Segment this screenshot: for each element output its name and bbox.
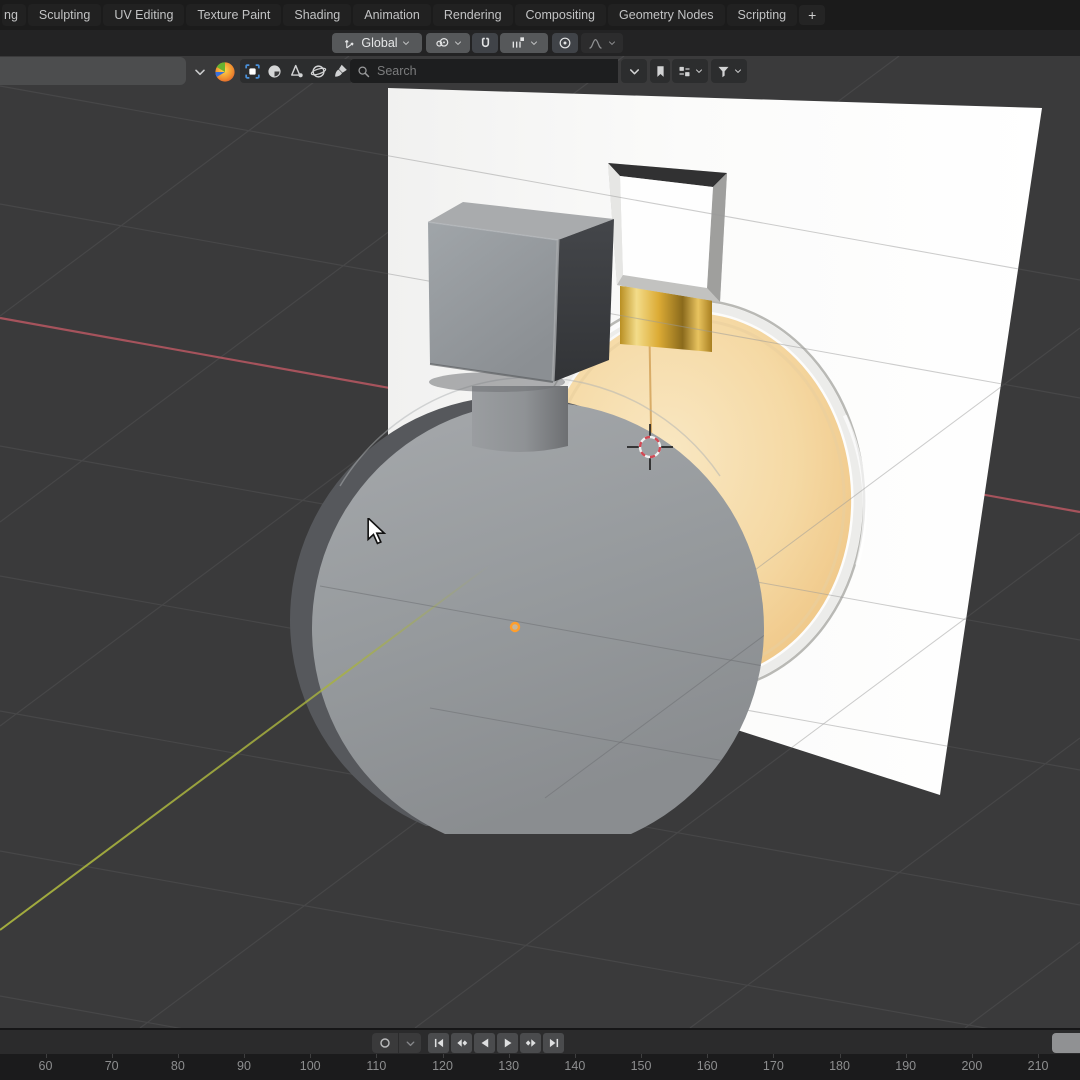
frame-label-180: 180 xyxy=(829,1059,850,1073)
frame-label-90: 90 xyxy=(237,1059,251,1073)
frame-label-170: 170 xyxy=(763,1059,784,1073)
jump-to-end-button[interactable] xyxy=(543,1033,564,1053)
frame-label-160: 160 xyxy=(697,1059,718,1073)
proportional-editing-icon xyxy=(557,35,573,51)
snap-toggle-button[interactable] xyxy=(472,33,498,53)
falloff-curve-icon xyxy=(587,35,604,52)
orientation-label: Global xyxy=(361,36,397,50)
brush-button[interactable] xyxy=(330,61,351,82)
timeline-ruler[interactable]: 60 70 80 90 100 110 120 130 140 150 160 170 180 190 20… xyxy=(0,1054,1080,1080)
frame-tick xyxy=(178,1054,179,1058)
pivot-point-dropdown[interactable] xyxy=(426,33,470,53)
workspace-tab-geometry-nodes[interactable]: Geometry Nodes xyxy=(608,4,724,26)
frame-label-200: 200 xyxy=(961,1059,982,1073)
workspace-tab-rendering[interactable]: Rendering xyxy=(433,4,513,26)
frame-label-110: 110 xyxy=(366,1059,386,1073)
scene-canvas xyxy=(0,56,1080,1028)
bookmark-button[interactable] xyxy=(650,59,670,83)
matcap-cone-button[interactable] xyxy=(286,61,307,82)
play-button[interactable] xyxy=(497,1033,518,1053)
snap-increment-icon xyxy=(510,35,526,51)
pivot-point-icon xyxy=(434,35,450,51)
snap-magnet-icon xyxy=(478,36,493,51)
add-workspace-button[interactable]: + xyxy=(799,5,825,25)
auto-keying-button[interactable] xyxy=(372,1033,398,1053)
workspace-tab-compositing[interactable]: Compositing xyxy=(515,4,606,26)
workspace-tab-uv-editing[interactable]: UV Editing xyxy=(103,4,184,26)
material-preview-sphere-icon[interactable] xyxy=(213,60,236,83)
3d-viewport[interactable] xyxy=(0,56,1080,1028)
reference-cap xyxy=(608,163,727,302)
workspace-tab-sculpting[interactable]: Sculpting xyxy=(28,4,101,26)
frame-tick xyxy=(840,1054,841,1058)
header-dropdown-button[interactable] xyxy=(621,59,647,83)
frame-tick xyxy=(310,1054,311,1058)
active-tool-button[interactable] xyxy=(242,61,263,82)
frame-tick xyxy=(641,1054,642,1058)
frame-label-120: 120 xyxy=(432,1059,453,1073)
workspace-tab-animation[interactable]: Animation xyxy=(353,4,431,26)
play-reverse-button[interactable] xyxy=(474,1033,495,1053)
frame-tick xyxy=(443,1054,444,1058)
proportional-editing-button[interactable] xyxy=(552,33,578,53)
filter-button[interactable] xyxy=(711,59,747,83)
transform-orientation-axes-icon xyxy=(343,36,358,51)
display-mode-button[interactable] xyxy=(672,59,708,83)
auto-keying-dropdown[interactable] xyxy=(399,1033,421,1053)
viewport-wide-button[interactable] xyxy=(0,57,186,85)
frame-label-60: 60 xyxy=(39,1059,53,1073)
frame-tick xyxy=(773,1054,774,1058)
workspace-tab-scripting[interactable]: Scripting xyxy=(727,4,798,26)
frame-field-partial[interactable] xyxy=(1052,1033,1080,1053)
workspace-tab-texture-paint[interactable]: Texture Paint xyxy=(186,4,281,26)
frame-tick xyxy=(509,1054,510,1058)
search-input[interactable] xyxy=(377,64,612,78)
frame-label-190: 190 xyxy=(895,1059,916,1073)
frame-label-100: 100 xyxy=(300,1059,321,1073)
frame-tick xyxy=(906,1054,907,1058)
frame-label-130: 130 xyxy=(498,1059,519,1073)
header-collapse-chevron[interactable] xyxy=(190,62,210,82)
frame-tick xyxy=(46,1054,47,1058)
frame-label-140: 140 xyxy=(564,1059,585,1073)
frame-tick xyxy=(707,1054,708,1058)
workspace-tab-ng[interactable]: ng xyxy=(2,4,26,26)
header-icon-group xyxy=(240,59,353,83)
workspace-tab-bar: ngSculptingUV EditingTexture PaintShadin… xyxy=(0,0,1080,30)
workspace-tab-shading[interactable]: Shading xyxy=(283,4,351,26)
origin-point xyxy=(511,623,519,631)
frame-tick xyxy=(1038,1054,1039,1058)
frame-tick xyxy=(112,1054,113,1058)
search-field[interactable] xyxy=(350,59,618,83)
search-icon xyxy=(356,64,371,79)
snap-with-dropdown[interactable] xyxy=(500,33,548,53)
next-keyframe-button[interactable] xyxy=(520,1033,541,1053)
playback-controls xyxy=(428,1033,564,1053)
model-bottle-cap[interactable] xyxy=(428,202,614,382)
frame-tick xyxy=(244,1054,245,1058)
tool-settings-bar: Global xyxy=(0,30,1080,56)
transform-orientation-dropdown[interactable]: Global xyxy=(332,33,422,53)
frame-tick xyxy=(376,1054,377,1058)
previous-keyframe-button[interactable] xyxy=(451,1033,472,1053)
frame-tick xyxy=(972,1054,973,1058)
falloff-dropdown[interactable] xyxy=(581,33,623,53)
frame-label-210: 210 xyxy=(1028,1059,1049,1073)
frame-label-70: 70 xyxy=(105,1059,119,1073)
frame-tick xyxy=(575,1054,576,1058)
world-sphere-button[interactable] xyxy=(308,61,329,82)
frame-label-80: 80 xyxy=(171,1059,185,1073)
timeline-bar xyxy=(0,1028,1080,1054)
blender-window: ngSculptingUV EditingTexture PaintShadin… xyxy=(0,0,1080,1080)
frame-label-150: 150 xyxy=(631,1059,652,1073)
shading-sphere-button[interactable] xyxy=(264,61,285,82)
jump-to-start-button[interactable] xyxy=(428,1033,449,1053)
model-bottle-neck[interactable] xyxy=(472,386,568,452)
